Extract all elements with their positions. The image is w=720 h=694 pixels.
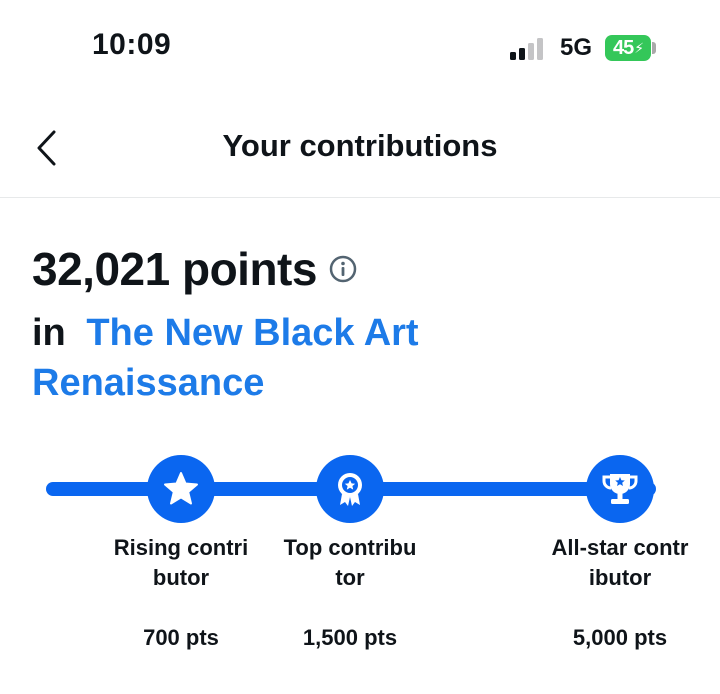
community-line: in The New Black Art Renaissance [32,308,592,408]
milestone-label: Rising contributor [113,535,249,590]
milestone-label: Top contributor [283,535,417,590]
milestone-rising-contributor [147,455,215,523]
network-type: 5G [560,34,593,61]
charging-bolt-icon: ⚡ [634,39,644,56]
info-circle-icon [329,255,357,283]
community-prefix: in [32,312,66,354]
info-button[interactable] [329,255,357,283]
trophy-icon [602,474,638,504]
milestone-points: 5,000 pts [572,625,668,650]
cellular-signal-icon [510,38,543,60]
points-total: 32,021 points [32,243,317,295]
battery-level: 45 [612,36,634,59]
header-divider [0,197,720,198]
ribbon-badge-icon [338,473,362,506]
status-time: 10:09 [92,28,172,61]
milestone-label: All-star contributor [551,535,689,590]
star-badge-icon [164,472,198,505]
milestone-points: 1,500 pts [302,625,398,650]
milestone-top-contributor [316,455,384,523]
milestone-all-star-contributor [586,455,654,523]
page-title: Your contributions [222,128,498,163]
milestone-points: 700 pts [143,625,219,650]
battery-icon: 45 ⚡ [605,35,651,61]
battery-tip [652,42,656,54]
points-summary: 32,021 points [32,242,357,296]
community-link[interactable]: The New Black Art Renaissance [32,312,419,404]
